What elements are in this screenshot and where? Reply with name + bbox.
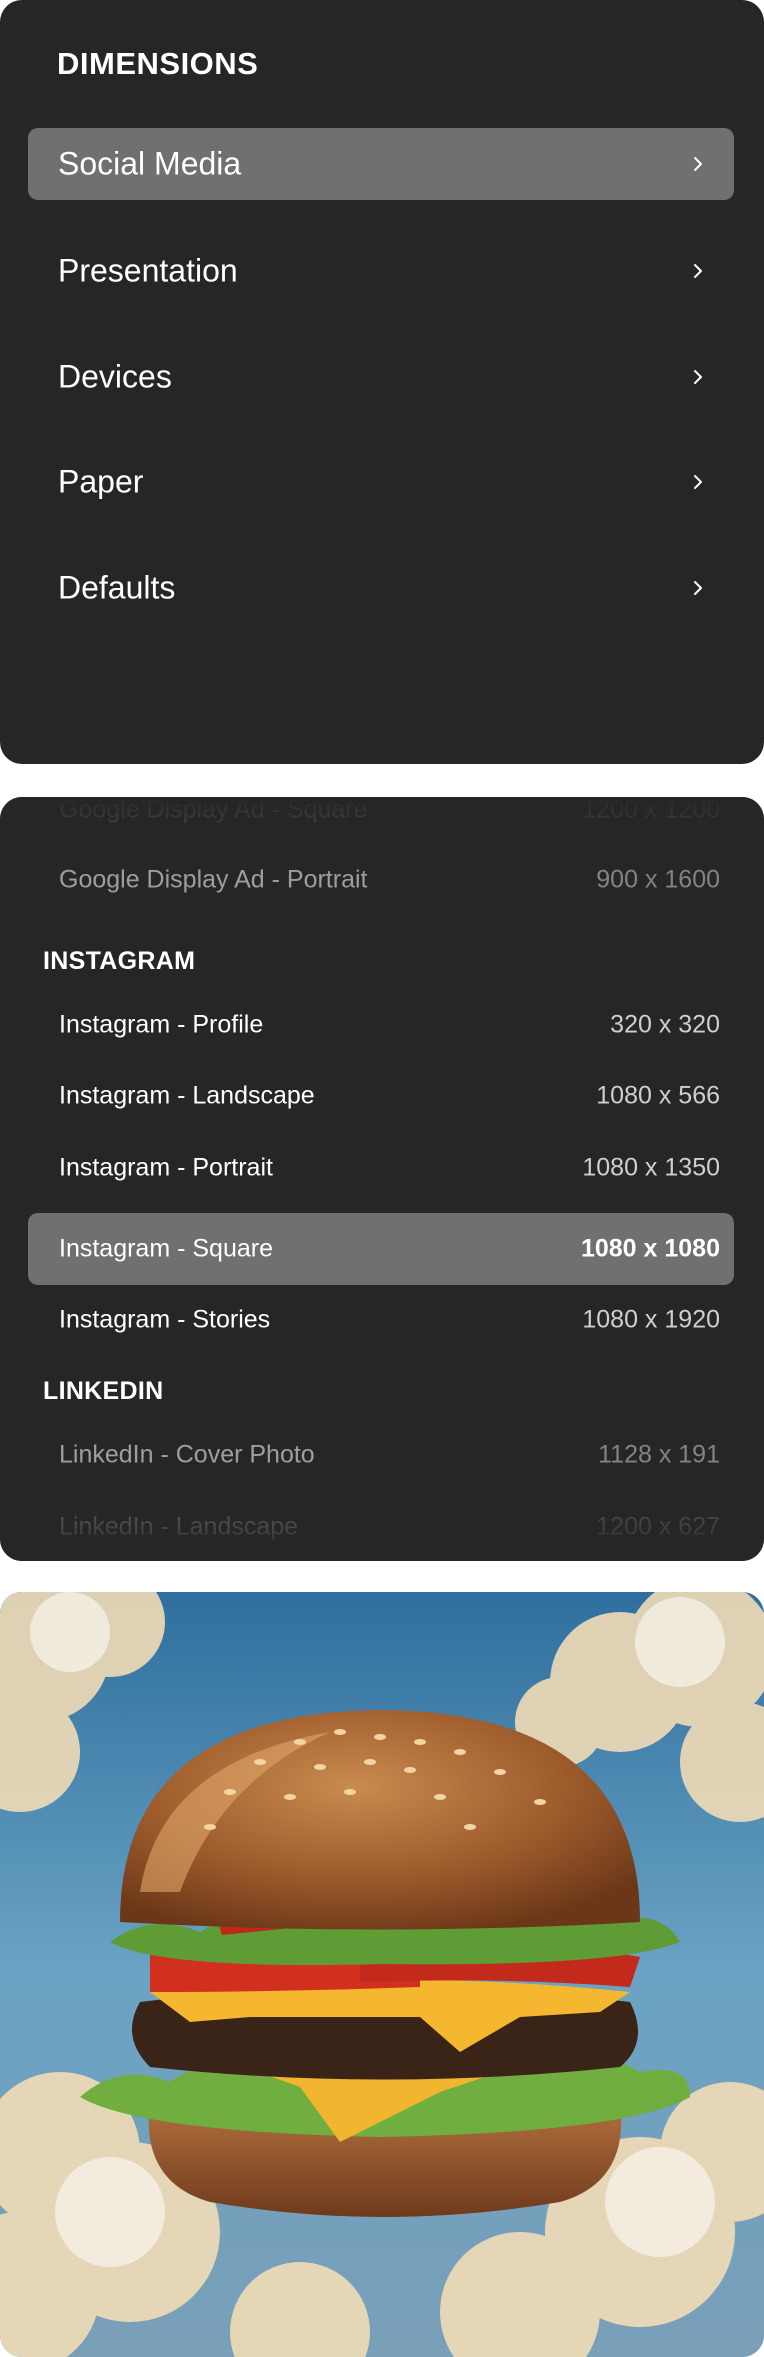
size-row-name: Instagram - Landscape: [59, 1081, 315, 1110]
chevron-right-icon: [694, 157, 702, 171]
menu-item-social-media[interactable]: Social Media: [28, 128, 734, 200]
menu-item-defaults[interactable]: Defaults: [28, 552, 734, 624]
chevron-right-icon: [694, 475, 702, 489]
size-row-name: Instagram - Profile: [59, 1010, 264, 1039]
dimensions-title: DIMENSIONS: [57, 46, 259, 81]
size-row-instagram-profile[interactable]: Instagram - Profile 320 x 320: [28, 989, 734, 1061]
menu-item-label: Defaults: [58, 569, 176, 606]
size-row-instagram-portrait[interactable]: Instagram - Portrait 1080 x 1350: [28, 1132, 734, 1204]
size-row-google-display-ad-square[interactable]: Google Display Ad - Square 1200 x 1200: [28, 797, 734, 846]
size-row-dimensions: 900 x 1600: [596, 865, 720, 894]
chevron-right-icon: [694, 370, 702, 384]
size-row-name: LinkedIn - Landscape: [59, 1512, 299, 1541]
size-row-dimensions: 1080 x 1350: [582, 1153, 720, 1182]
menu-item-label: Presentation: [58, 252, 238, 289]
size-row-name: Instagram - Square: [59, 1234, 273, 1263]
size-row-name: Google Display Ad - Square: [59, 797, 368, 824]
size-row-dimensions: 1080 x 566: [596, 1081, 720, 1110]
section-header-linkedin: LINKEDIN: [43, 1377, 164, 1405]
menu-item-label: Social Media: [58, 145, 242, 182]
size-row-dimensions: 1080 x 1080: [580, 1234, 720, 1263]
menu-item-devices[interactable]: Devices: [28, 341, 734, 413]
size-row-dimensions: 1200 x 1200: [582, 797, 720, 824]
size-row-instagram-landscape[interactable]: Instagram - Landscape 1080 x 566: [28, 1060, 734, 1132]
burger-illustration: [0, 1592, 764, 2357]
size-row-name: Google Display Ad - Portrait: [59, 865, 368, 894]
dimensions-menu-panel: DIMENSIONS Social Media Presentation Dev…: [0, 0, 764, 764]
size-list-panel[interactable]: Google Display Ad - Square 1200 x 1200 G…: [0, 797, 764, 1561]
size-row-dimensions: 1128 x 191: [598, 1440, 720, 1469]
size-row-name: Instagram - Stories: [59, 1305, 271, 1334]
chevron-right-icon: [694, 581, 702, 595]
size-row-name: LinkedIn - Cover Photo: [59, 1440, 315, 1469]
size-row-dimensions: 1080 x 1920: [582, 1305, 720, 1334]
size-row-instagram-stories[interactable]: Instagram - Stories 1080 x 1920: [28, 1284, 734, 1356]
size-row-dimensions: 320 x 320: [610, 1010, 720, 1039]
generated-image: [0, 1592, 764, 2357]
menu-item-label: Paper: [58, 463, 144, 500]
menu-item-label: Devices: [58, 358, 172, 395]
menu-item-paper[interactable]: Paper: [28, 446, 734, 518]
size-row-linkedin-cover-photo[interactable]: LinkedIn - Cover Photo 1128 x 191: [28, 1419, 734, 1491]
chevron-right-icon: [694, 264, 702, 278]
menu-item-presentation[interactable]: Presentation: [28, 235, 734, 307]
section-header-instagram: INSTAGRAM: [43, 947, 196, 975]
size-row-dimensions: 1200 x 627: [596, 1512, 720, 1541]
size-row-linkedin-landscape[interactable]: LinkedIn - Landscape 1200 x 627: [28, 1491, 734, 1561]
size-row-name: Instagram - Portrait: [59, 1153, 273, 1182]
size-row-google-display-ad-portrait[interactable]: Google Display Ad - Portrait 900 x 1600: [28, 844, 734, 916]
size-row-instagram-square[interactable]: Instagram - Square 1080 x 1080: [28, 1213, 734, 1285]
